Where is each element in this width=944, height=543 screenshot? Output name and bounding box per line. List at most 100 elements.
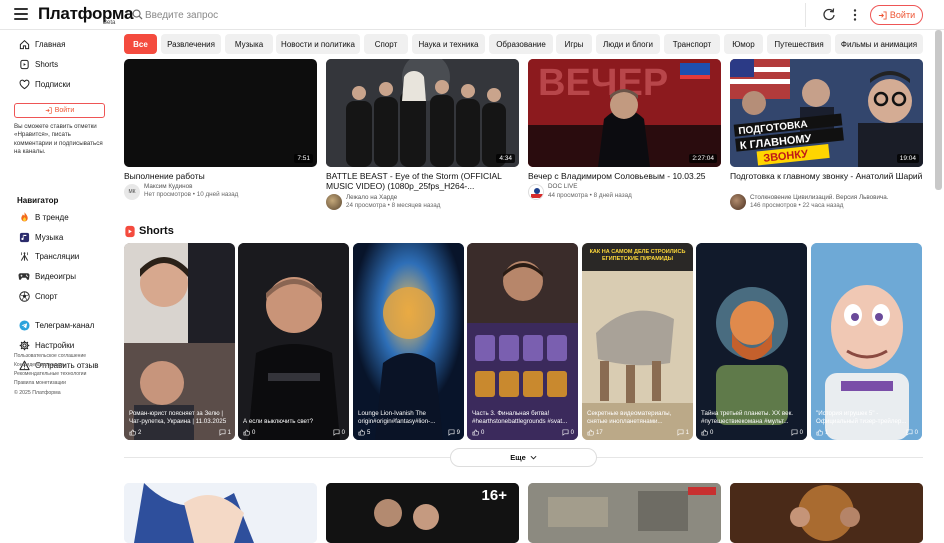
chip-news-politics[interactable]: Новости и политика [276,34,360,54]
login-button[interactable]: Войти [870,5,923,25]
sidebar-item-broadcasts[interactable]: Трансляции [18,248,108,264]
sidebar-item-settings[interactable]: Настройки [18,337,108,353]
shorts-logo-icon [125,225,135,237]
channel-name[interactable]: Столкновение Цивилизаций. Версия Львович… [750,194,889,201]
like-icon [358,429,365,436]
short-title[interactable]: Lounge Lion-Ivanish The origin#origin#fa… [358,410,461,426]
channel-name[interactable]: Максим Кудинов [144,183,193,190]
short-title[interactable]: "История игрушек 5" - Официальный тизер-… [816,410,919,426]
platform-logo[interactable]: Платформа [38,4,133,24]
footer-link-privacy[interactable]: Конфиденциальность [14,361,86,370]
short-stats: 1 0 [816,428,918,437]
short-comments-count: 1 [685,429,689,436]
channel-avatar[interactable] [730,194,746,210]
search-input[interactable] [145,5,785,25]
chip-humor[interactable]: Юмор [724,34,763,54]
video-age: 8 месяцев назад [391,202,441,209]
short-likes: 17 [587,428,603,437]
channel-name[interactable]: DOC LIVE [548,183,577,190]
video-thumbnail[interactable]: 7:51 [124,59,317,167]
sidebar-item-label: Shorts [35,59,59,69]
politics-thumbnail-illustration: ПОДГОТОВКА К ГЛАВНОМУ ЗВОНКУ [730,59,923,167]
chip-travel[interactable]: Путешествия [767,34,831,54]
short-card[interactable]: Тайна третьей планеты. XX век. #путешест… [696,243,807,440]
video-thumbnail[interactable] [730,483,923,543]
video-duration: 7:51 [294,154,313,163]
sidebar-item-sport[interactable]: Спорт [18,288,108,304]
footer-link-monetization[interactable]: Правила монетизации [14,379,86,388]
footer-link-terms[interactable]: Пользовательское соглашение [14,352,86,361]
sidebar-item-label: Трансляции [35,251,80,261]
chip-transport[interactable]: Транспорт [664,34,720,54]
chip-games[interactable]: Игры [556,34,592,54]
short-likes-count: 17 [596,429,603,436]
video-thumbnail[interactable] [528,483,721,543]
sidebar-item-telegram[interactable]: Телеграм-канал [18,317,108,333]
comment-icon [562,429,569,436]
short-title[interactable]: Секретные видеоматериалы, снятые иноплан… [587,410,690,426]
video-title[interactable]: Вечер с Владимиром Соловьевым - 10.03.25 [528,171,724,181]
like-icon [472,429,479,436]
video-meta: 44 просмотра • 8 дней назад [548,192,632,199]
video-thumbnail[interactable]: ПОДГОТОВКА К ГЛАВНОМУ ЗВОНКУ 19:04 [730,59,923,167]
sidebar-item-videogames[interactable]: Видеоигры [18,268,108,284]
sidebar-login-button[interactable]: Войти [14,103,105,118]
channel-avatar[interactable] [326,194,342,210]
chip-entertainment[interactable]: Развлечения [161,34,221,54]
video-title[interactable]: Выполнение работы [124,171,320,181]
chip-music[interactable]: Музыка [225,34,273,54]
short-thumbnail [238,243,349,440]
chip-science-tech[interactable]: Наука и техника [412,34,485,54]
show-more-button[interactable]: Еще [450,448,597,467]
like-icon [701,429,708,436]
video-thumbnail[interactable]: ВЕЧЕР 2:27:04 [528,59,721,167]
short-card[interactable]: Роман-юрист поясняет за Зелю | Чат-рулет… [124,243,235,440]
channel-name[interactable]: Лежало на Харде [346,194,397,201]
short-card[interactable]: Часть 3. Финальная битва! #hearthstoneba… [467,243,578,440]
chip-education[interactable]: Образование [489,34,553,54]
sidebar-item-trending[interactable]: В тренде [18,209,108,225]
page-scrollbar[interactable] [935,30,942,190]
video-title[interactable]: Подготовка к главному звонку - Анатолий … [730,171,926,181]
sidebar-login-label: Войти [54,107,75,114]
video-duration: 4:34 [496,154,515,163]
doc-live-logo-icon [530,186,543,199]
video-views: 146 просмотров [750,202,797,209]
video-title[interactable]: BATTLE BEAST - Eye of the Storm (OFFICIA… [326,171,522,191]
short-title[interactable]: Часть 3. Финальная битва! #hearthstoneba… [472,410,575,426]
short-card[interactable]: КАК НА САМОМ ДЕЛЕ СТРОИЛИСЬ ЕГИПЕТСКИЕ П… [582,243,693,440]
sidebar-item-label: Телеграм-канал [35,320,95,330]
short-card[interactable]: А если выключить свет? 0 0 [238,243,349,440]
comment-icon [219,429,226,436]
chip-films-animation[interactable]: Фильмы и анимация [835,34,923,54]
refresh-icon[interactable] [822,7,836,21]
channel-avatar[interactable]: МК [124,184,140,200]
short-likes: 0 [701,428,713,437]
sidebar-item-shorts[interactable]: Shorts [18,56,108,72]
sidebar-item-subscriptions[interactable]: Подписки [18,76,108,92]
channel-avatar[interactable] [528,184,544,200]
short-card[interactable]: Lounge Lion-Ivanish The origin#origin#fa… [353,243,464,440]
chip-all[interactable]: Все [124,34,157,54]
short-comments-count: 9 [456,429,460,436]
more-vertical-icon[interactable] [853,8,857,22]
aerial-thumbnail-illustration [528,483,721,543]
short-comments-count: 0 [341,429,345,436]
chip-people-blogs[interactable]: Люди и блоги [596,34,660,54]
home-icon [18,38,30,50]
short-likes-count: 0 [710,429,714,436]
chip-sport[interactable]: Спорт [364,34,408,54]
footer-link-recommendations[interactable]: Рекомендательные технологии [14,370,86,379]
short-title[interactable]: Тайна третьей планеты. XX век. #путешест… [701,410,804,426]
gear-icon [18,339,30,351]
video-thumbnail[interactable]: 16+ [326,483,519,543]
short-card[interactable]: "История игрушек 5" - Официальный тизер-… [811,243,922,440]
short-title[interactable]: А если выключить свет? [243,418,346,426]
video-thumbnail[interactable] [124,483,317,543]
sidebar-item-music[interactable]: Музыка [18,229,108,245]
short-likes: 5 [358,428,370,437]
sidebar-item-home[interactable]: Главная [18,36,108,52]
short-title[interactable]: Роман-юрист поясняет за Зелю | Чат-рулет… [129,410,232,426]
video-thumbnail[interactable]: 4:34 [326,59,519,167]
hamburger-menu-icon[interactable] [14,8,28,20]
